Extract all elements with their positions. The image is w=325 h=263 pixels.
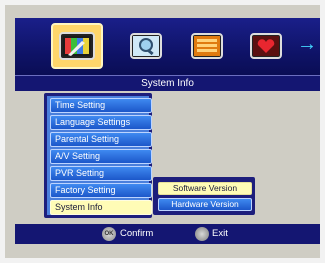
menu-item-time-setting[interactable]: Time Setting <box>50 98 152 113</box>
menu-item-language-settings[interactable]: Language Settings <box>50 115 152 130</box>
top-icon-bar: → <box>15 18 320 75</box>
menu-item-parental-setting[interactable]: Parental Setting <box>50 132 152 147</box>
program-guide-icon[interactable] <box>188 28 226 64</box>
system-settings-icon[interactable] <box>51 23 103 69</box>
guide-frame <box>191 33 223 59</box>
tv-screen: → System Info Time Setting Language Sett… <box>5 5 320 258</box>
page-title: System Info <box>15 75 320 91</box>
search-icon[interactable] <box>127 28 165 64</box>
tv-frame-icon <box>59 32 95 60</box>
submenu-item-software-version[interactable]: Software Version <box>158 182 252 195</box>
search-frame <box>130 33 162 59</box>
exit-label: Exit <box>212 228 228 239</box>
menu-item-system-info[interactable]: System Info <box>50 200 152 215</box>
ok-button-icon: OK <box>102 227 116 241</box>
favorites-frame <box>250 33 282 59</box>
exit-button-icon <box>195 227 209 241</box>
favorites-icon[interactable] <box>247 28 285 64</box>
submenu-item-hardware-version[interactable]: Hardware Version <box>158 198 252 211</box>
confirm-label: Confirm <box>120 228 154 239</box>
arrow-right-icon[interactable]: → <box>297 34 317 54</box>
system-info-submenu: Software Version Hardware Version <box>153 177 255 215</box>
menu-item-pvr-setting[interactable]: PVR Setting <box>50 166 152 181</box>
menu-item-factory-setting[interactable]: Factory Setting <box>50 183 152 198</box>
help-bar: OK Confirm Exit <box>15 224 320 244</box>
menu-item-av-setting[interactable]: A/V Setting <box>50 149 152 164</box>
settings-menu: Time Setting Language Settings Parental … <box>44 93 152 218</box>
